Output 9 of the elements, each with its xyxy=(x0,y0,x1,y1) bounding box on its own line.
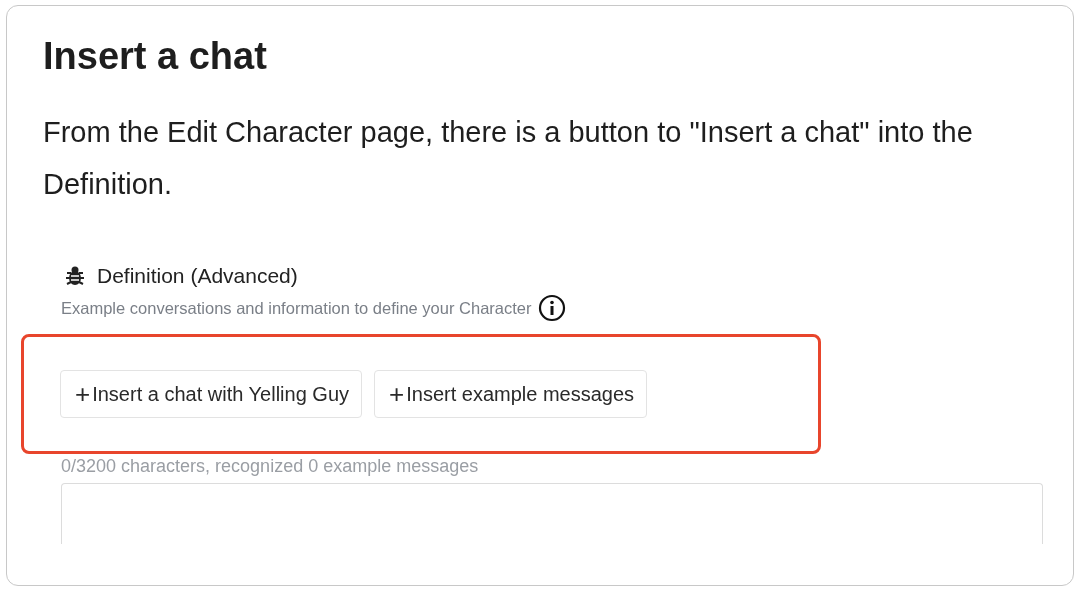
heading: Insert a chat xyxy=(43,34,268,79)
info-icon[interactable] xyxy=(537,294,566,322)
insert-button[interactable]: +Insert example messages xyxy=(374,370,648,418)
bug-icon xyxy=(63,264,87,288)
field-label: Definition (Advanced) xyxy=(97,264,298,288)
field-description: Example conversations and information to define your Character xyxy=(61,298,532,318)
insert-button[interactable]: +Insert a chat with Yelling Guy xyxy=(60,370,362,418)
intro-paragraph: From the Edit Character page, there is a button to "Insert a chat" into the Definition. xyxy=(43,115,974,202)
character-counter: 0/3200 characters, recognized 0 example messages xyxy=(61,456,480,477)
